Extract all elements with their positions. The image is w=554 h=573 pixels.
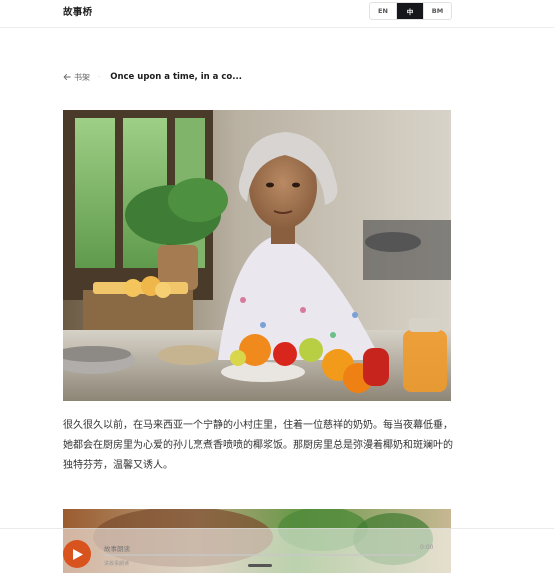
audio-player: 故事朗读 讲故事朗读 0:00 xyxy=(0,528,554,573)
story-paragraph: 很久很久以前，在马来西亚一个宁静的小村庄里，住着一位慈祥的奶奶。每当夜幕低垂，她… xyxy=(63,420,453,471)
arrow-left-icon xyxy=(63,74,71,80)
top-bar: 故事桥 EN 中 BM xyxy=(0,0,554,28)
breadcrumb-separator: · xyxy=(98,73,101,81)
story-illustration xyxy=(63,110,451,401)
lang-option-zh[interactable]: 中 xyxy=(397,3,424,19)
drag-handle[interactable] xyxy=(248,564,272,567)
play-button[interactable] xyxy=(63,540,91,568)
back-to-bookshelf-link[interactable]: 书架 xyxy=(63,72,90,83)
progress-track[interactable] xyxy=(104,554,416,556)
lang-option-bm[interactable]: BM xyxy=(424,3,451,19)
breadcrumb: 书架 · Once upon a time, in a co... xyxy=(63,71,242,83)
player-title: 故事朗读 xyxy=(104,545,130,553)
player-subtitle: 讲故事朗读 xyxy=(104,561,130,567)
lang-option-en[interactable]: EN xyxy=(370,3,397,19)
back-label: 书架 xyxy=(74,72,90,82)
language-switcher: EN 中 BM xyxy=(369,2,452,20)
story-title: Once upon a time, in a co... xyxy=(110,72,242,82)
play-icon xyxy=(73,548,83,560)
brand-title[interactable]: 故事桥 xyxy=(63,4,92,18)
player-time: 0:00 xyxy=(420,544,434,551)
